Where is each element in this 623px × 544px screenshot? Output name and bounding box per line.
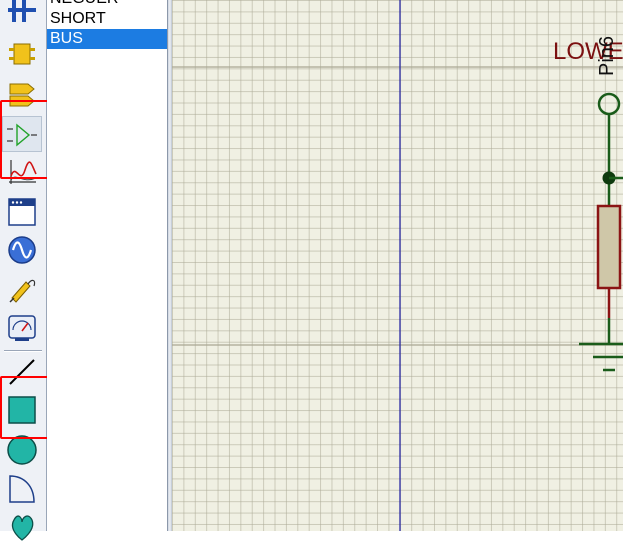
chip-icon: [9, 43, 35, 65]
object-selector-list[interactable]: NEGUER SHORT BUS: [47, 0, 168, 531]
toolbar-separator: [4, 350, 42, 352]
pin-label[interactable]: Pin6: [596, 36, 619, 76]
generator-tool[interactable]: [2, 232, 42, 268]
schematic-canvas[interactable]: LOWE Pin6: [172, 0, 623, 531]
virtual-instrument-tool[interactable]: [2, 310, 42, 346]
list-item-neguer[interactable]: NEGUER: [47, 0, 167, 9]
sine-generator-icon: [8, 236, 36, 264]
voltage-probe-tool[interactable]: [2, 270, 42, 306]
list-item-short[interactable]: SHORT: [47, 9, 167, 29]
resistor[interactable]: [596, 204, 622, 290]
bus-connector-tool[interactable]: [2, 0, 42, 28]
bus-connector-icon: [8, 0, 36, 22]
probe-icon: [9, 279, 36, 303]
tape-recorder-tool[interactable]: [2, 194, 42, 230]
terminal-node[interactable]: [597, 92, 621, 116]
arc-icon: [9, 475, 35, 503]
component-tool[interactable]: [2, 36, 42, 72]
schematic-drawing: [172, 0, 623, 531]
list-item-bus[interactable]: BUS: [47, 29, 167, 49]
path-tool[interactable]: [2, 508, 42, 544]
window-icon: [8, 198, 36, 226]
mode-toolbar: [0, 0, 81, 541]
arc-tool[interactable]: [2, 470, 42, 506]
meter-icon: [8, 315, 36, 341]
path-shape-icon: [11, 515, 34, 541]
